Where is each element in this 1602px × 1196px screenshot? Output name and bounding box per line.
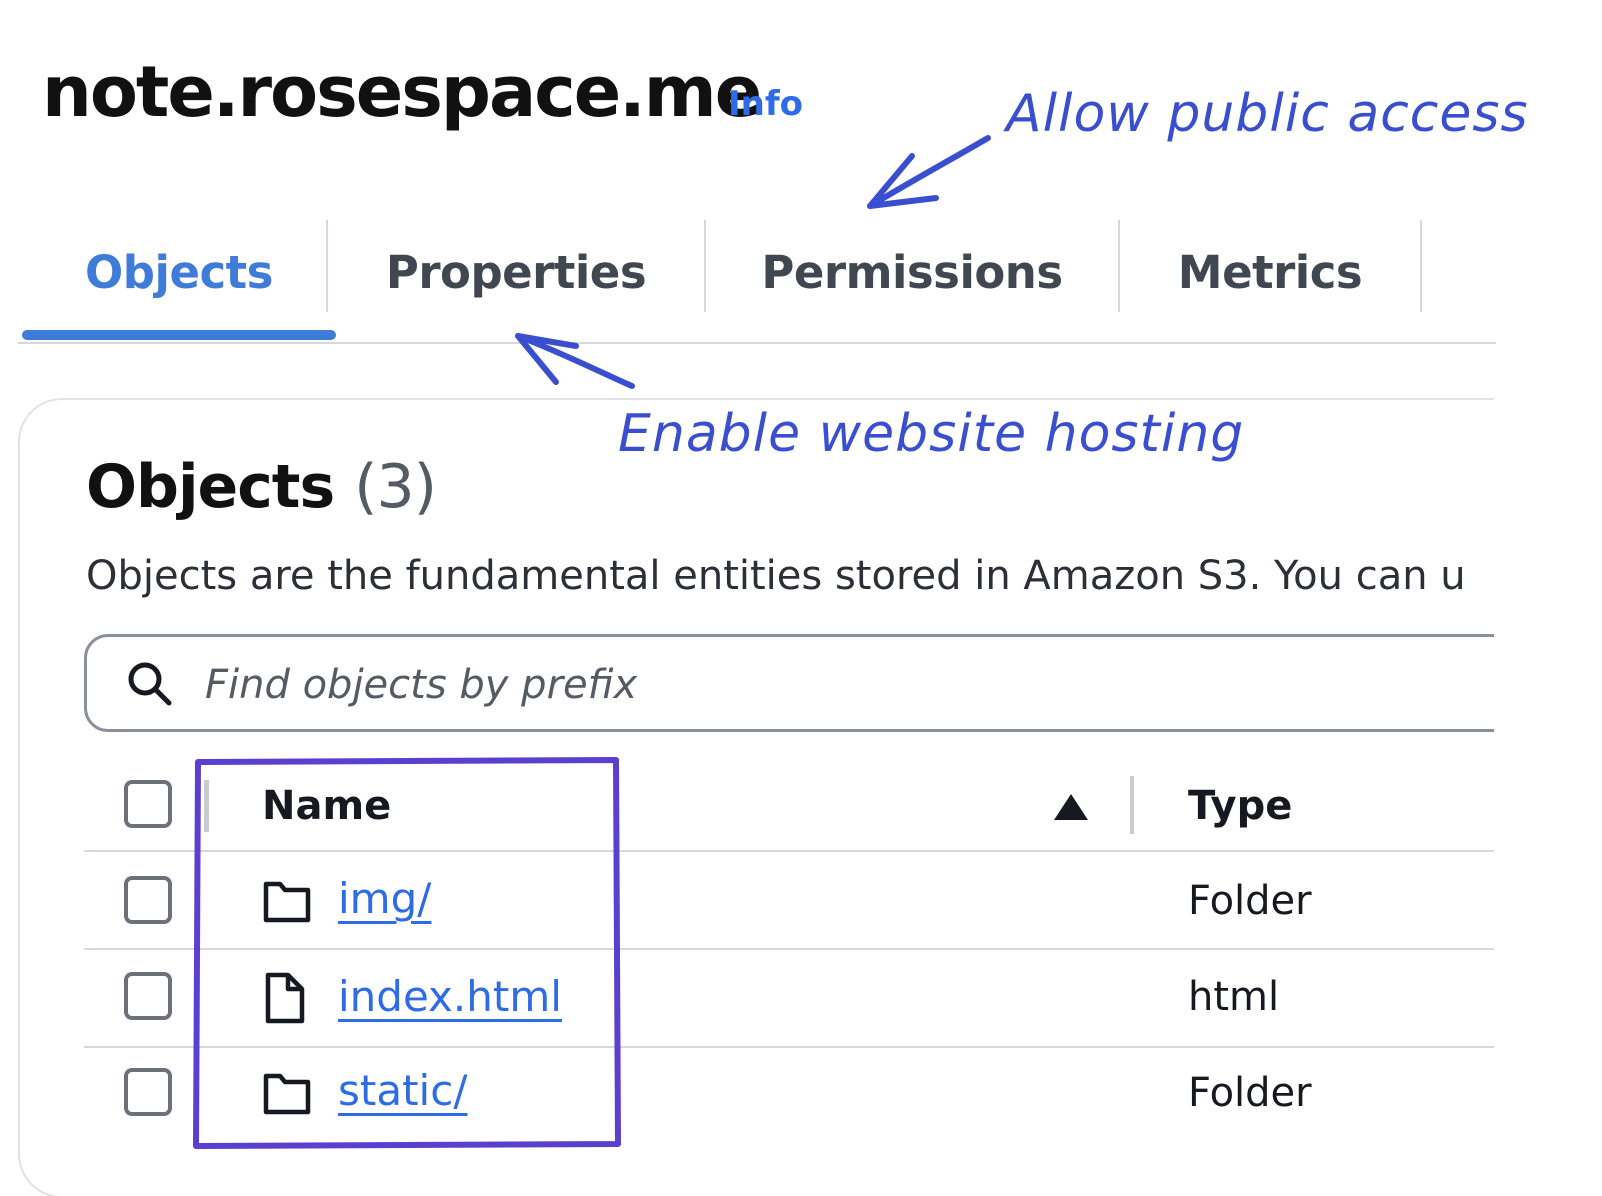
sort-ascending-icon[interactable]	[1052, 792, 1090, 822]
section-description: Objects are the fundamental entities sto…	[86, 553, 1466, 599]
search-input[interactable]	[205, 655, 1405, 715]
annotation-enable-website-hosting: Enable website hosting	[618, 404, 1245, 464]
section-title-text: Objects	[86, 452, 335, 522]
object-link[interactable]: static/	[338, 1066, 467, 1116]
row-checkbox[interactable]	[124, 1068, 172, 1116]
object-type: Folder	[1188, 1070, 1312, 1116]
column-header-type[interactable]: Type	[1188, 782, 1292, 830]
search-icon	[128, 662, 172, 706]
folder-icon	[263, 1073, 311, 1115]
row-divider	[84, 948, 1494, 950]
object-type: html	[1188, 974, 1280, 1020]
objects-panel-viewport: Objects (3) Objects are the fundamental …	[0, 0, 1494, 1196]
object-count: (3)	[354, 452, 437, 522]
row-divider	[84, 1046, 1494, 1048]
file-icon	[265, 972, 305, 1024]
column-header-name[interactable]: Name	[262, 782, 391, 830]
annotation-allow-public-access: Allow public access	[1006, 84, 1529, 144]
select-all-checkbox[interactable]	[124, 780, 172, 828]
section-title: Objects (3)	[86, 452, 437, 522]
s3-bucket-view: note.rosespace.me Info Objects Propertie…	[0, 0, 1602, 1196]
column-separator[interactable]	[1130, 776, 1134, 834]
row-checkbox[interactable]	[124, 876, 172, 924]
search-box	[84, 634, 1494, 732]
folder-icon	[263, 881, 311, 923]
object-link[interactable]: img/	[338, 874, 431, 924]
row-divider	[84, 850, 1494, 852]
object-type: Folder	[1188, 878, 1312, 924]
object-link[interactable]: index.html	[338, 972, 562, 1022]
row-checkbox[interactable]	[124, 972, 172, 1020]
column-separator	[204, 780, 209, 832]
